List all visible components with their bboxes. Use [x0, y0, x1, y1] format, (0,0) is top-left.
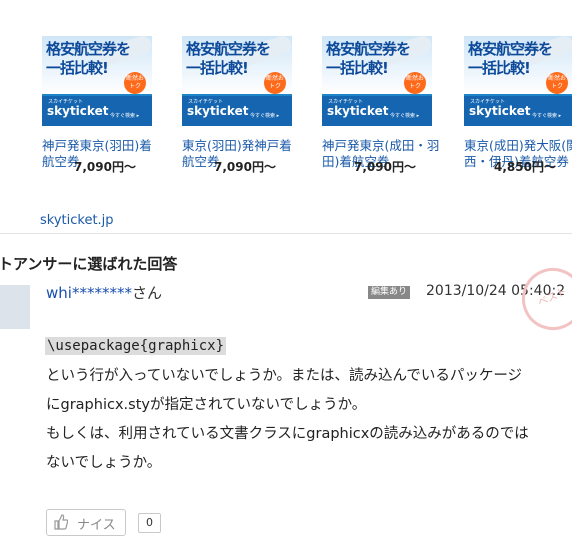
answer-line: という行が入っていないでしょうか。または、読み込んでいるパッケージ: [46, 368, 523, 384]
ad-price: 7,090円〜: [214, 160, 276, 174]
section-divider: [0, 233, 572, 234]
banner-cta: 今すぐ検索 ▸: [250, 113, 280, 119]
ad-price: 7,090円〜: [74, 160, 136, 174]
answer-body: という行が入っていないでしょうか。または、読み込んでいるパッケージ にgraph…: [46, 362, 572, 478]
banner-headline: 格安航空券を一括比較!: [46, 40, 131, 77]
banner-headline: 格安航空券を一括比較!: [326, 40, 411, 77]
thumbs-up-icon: [54, 514, 68, 530]
banner-brand-name: skyticket: [327, 104, 389, 118]
banner-badge: 断然おトク: [404, 72, 426, 94]
banner-brand-name: skyticket: [47, 104, 109, 118]
edited-badge: 編集あり: [368, 286, 411, 299]
banner-cta: 今すぐ検索 ▸: [110, 113, 140, 119]
banner-brand-name: skyticket: [469, 104, 531, 118]
banner-headline: 格安航空券を一括比較!: [468, 40, 553, 77]
ad-banner-image[interactable]: 格安航空券を一括比較! 断然おトク スカイチケット skyticket 今すぐ検…: [322, 36, 432, 126]
banner-brand-name: skyticket: [187, 104, 249, 118]
answer-code: \usepackage{graphicx}: [45, 337, 227, 355]
best-answer-stamp-icon: ベスト: [511, 257, 572, 341]
banner-headline: 格安航空券を一括比較!: [186, 40, 271, 77]
ad-source-link[interactable]: skyticket.jp: [40, 213, 114, 228]
ad-price: 7,090円〜: [354, 160, 416, 174]
ad-item[interactable]: 格安航空券を一括比較! 断然おトク スカイチケット skyticket 今すぐ検…: [170, 36, 292, 170]
section-title: トアンサーに選ばれた回答: [0, 255, 178, 273]
banner-badge: 断然おトク: [546, 72, 568, 94]
banner-badge: 断然おトク: [264, 72, 286, 94]
ad-carousel: 格安航空券を一括比較! 断然おトク スカイチケット skyticket 今すぐ検…: [0, 0, 572, 232]
avatar[interactable]: [0, 285, 30, 329]
ad-item[interactable]: 格安航空券を一括比較! 断然おトク スカイチケット skyticket 今すぐ検…: [30, 36, 152, 170]
honorific: さん: [131, 284, 162, 302]
like-count: 0: [138, 513, 161, 533]
like-button[interactable]: ナイス: [46, 509, 126, 536]
ad-banner-image[interactable]: 格安航空券を一括比較! 断然おトク スカイチケット skyticket 今すぐ検…: [182, 36, 292, 126]
answerer-name[interactable]: whi********さん: [46, 282, 162, 303]
ad-banner-image[interactable]: 格安航空券を一括比較! 断然おトク スカイチケット skyticket 今すぐ検…: [42, 36, 152, 126]
answer-line: ないでしょうか。: [46, 455, 162, 471]
username-link[interactable]: whi********: [46, 284, 132, 302]
like-label: ナイス: [77, 518, 116, 533]
answer-line: もしくは、利用されている文書クラスにgraphicxの読み込みがあるのでは: [46, 426, 529, 442]
ad-banner-image[interactable]: 格安航空券を一括比較! 断然おトク スカイチケット skyticket 今すぐ検…: [464, 36, 572, 126]
banner-badge: 断然おトク: [124, 72, 146, 94]
ad-item[interactable]: 格安航空券を一括比較! 断然おトク スカイチケット skyticket 今すぐ検…: [452, 36, 572, 170]
ad-price: 4,850円〜: [494, 160, 556, 174]
ad-item[interactable]: 格安航空券を一括比較! 断然おトク スカイチケット skyticket 今すぐ検…: [310, 36, 439, 170]
answer-line: にgraphicx.styが指定されていないでしょうか。: [46, 397, 367, 413]
banner-cta: 今すぐ検索 ▸: [532, 113, 562, 119]
banner-cta: 今すぐ検索 ▸: [390, 113, 420, 119]
